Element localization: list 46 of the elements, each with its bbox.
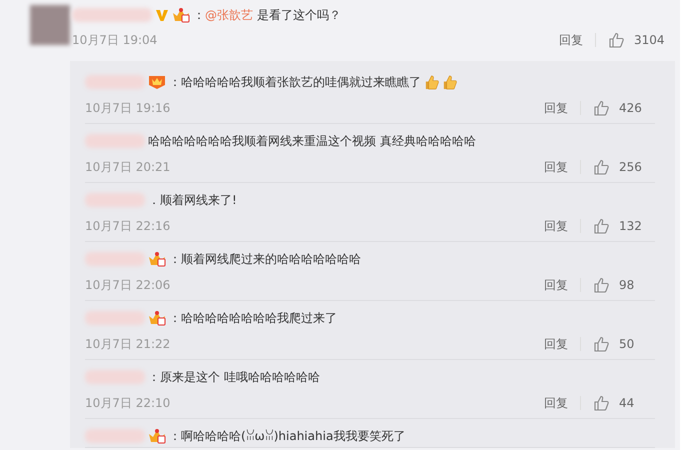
like-count: 50 bbox=[619, 337, 636, 351]
like-icon[interactable] bbox=[593, 159, 609, 175]
timestamp: 10月7日 19:04 bbox=[72, 32, 158, 48]
like-icon[interactable] bbox=[593, 395, 609, 411]
like-icon[interactable] bbox=[608, 32, 624, 48]
like-count: 256 bbox=[619, 160, 643, 174]
like-icon[interactable] bbox=[593, 100, 609, 116]
like-count: 98 bbox=[619, 278, 636, 292]
timestamp: 10月7日 20:21 bbox=[85, 158, 172, 176]
mention-link[interactable]: @张歆艺 bbox=[205, 8, 253, 22]
thumbs-up-emoji-icon bbox=[442, 74, 457, 90]
reply-text: ．顺着网线来了! bbox=[148, 192, 237, 208]
reply-text: ：顺着网线爬过来的哈哈哈哈哈哈哈 bbox=[169, 250, 361, 268]
reply-text: 哈哈哈哈哈哈哈我顺着网线来重温这个视频 真经典哈哈哈哈哈 bbox=[148, 132, 476, 150]
reply-link[interactable]: 回复 bbox=[544, 336, 568, 352]
thumbs-up-emoji-icon bbox=[424, 74, 439, 90]
comment-text: ：@张歆艺 是看了这个吗？ bbox=[193, 6, 341, 24]
like-count: 44 bbox=[619, 396, 636, 410]
reply-text: ：哈哈哈哈哈我顺着张歆艺的哇偶就过来瞧瞧了 bbox=[169, 74, 421, 90]
reply-link[interactable]: 回复 bbox=[559, 32, 583, 48]
like-count: 426 bbox=[619, 101, 643, 115]
crown-badge-icon bbox=[172, 7, 190, 23]
crown-badge-icon bbox=[148, 74, 166, 90]
reply-text: ：原来是这个 哇哦哈哈哈哈哈哈 bbox=[148, 368, 320, 386]
crown-badge-icon bbox=[148, 428, 166, 444]
reply-link[interactable]: 回复 bbox=[544, 158, 568, 176]
crown-badge-icon bbox=[148, 251, 166, 267]
reply-link[interactable]: 回复 bbox=[544, 218, 568, 234]
like-count: 132 bbox=[619, 219, 643, 233]
reply-text: ：哈哈哈哈哈哈哈哈我爬过来了 bbox=[169, 310, 337, 326]
timestamp: 10月7日 22:16 bbox=[85, 218, 172, 234]
reply-link[interactable]: 回复 bbox=[544, 100, 568, 116]
crown-badge-icon bbox=[148, 310, 166, 326]
like-icon[interactable] bbox=[593, 336, 609, 352]
like-count: 3104 bbox=[634, 33, 666, 47]
timestamp: 10月7日 22:10 bbox=[85, 394, 172, 412]
timestamp: 10月7日 19:16 bbox=[85, 100, 172, 116]
reply-text: ：啊哈哈哈哈(ꈍωꈍ)hiahiahia我我要笑死了 bbox=[169, 428, 406, 445]
timestamp: 10月7日 21:22 bbox=[85, 336, 172, 352]
reply-link[interactable]: 回复 bbox=[544, 276, 568, 294]
avatar-placeholder[interactable] bbox=[30, 5, 70, 45]
timestamp: 10月7日 22:06 bbox=[85, 276, 172, 294]
reply-link[interactable]: 回复 bbox=[544, 394, 568, 412]
like-icon[interactable] bbox=[593, 277, 609, 293]
like-icon[interactable] bbox=[593, 218, 609, 234]
verified-badge-icon bbox=[155, 8, 169, 22]
